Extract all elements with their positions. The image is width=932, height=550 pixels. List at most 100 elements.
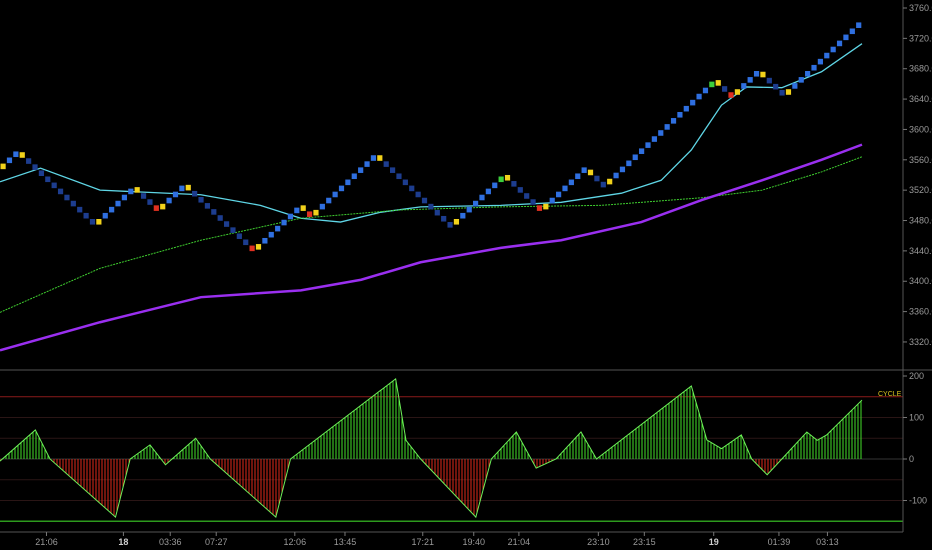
- renko-brick: [677, 111, 683, 118]
- renko-brick: [773, 83, 779, 90]
- renko-brick: [96, 219, 102, 225]
- renko-brick: [70, 200, 76, 207]
- renko-brick: [377, 155, 383, 161]
- renko-brick: [172, 191, 179, 198]
- renko-brick: [204, 203, 211, 209]
- renko-brick: [243, 239, 249, 246]
- renko-brick: [211, 209, 217, 215]
- price-tick-label: 3520.0: [909, 185, 932, 195]
- renko-brick: [262, 237, 268, 244]
- renko-brick: [179, 185, 185, 192]
- renko-brick: [89, 219, 96, 225]
- renko-brick: [51, 182, 57, 189]
- price-tick-label: 3360.0: [909, 307, 932, 317]
- renko-brick: [185, 184, 191, 191]
- renko-brick: [639, 148, 645, 154]
- cycle-oscillator-panel: [0, 378, 903, 522]
- time-tick-label: 18: [118, 537, 128, 547]
- renko-brick: [811, 64, 817, 71]
- renko-brick: [530, 199, 536, 205]
- renko-brick: [626, 160, 632, 167]
- renko-brick: [332, 191, 338, 198]
- renko-brick: [134, 187, 140, 193]
- renko-brick: [160, 203, 166, 210]
- renko-brick: [760, 71, 766, 78]
- renko-brick: [836, 40, 843, 47]
- renko-brick: [766, 77, 772, 84]
- renko-brick: [856, 22, 862, 28]
- renko-brick: [26, 158, 32, 164]
- time-tick-label: 21:06: [35, 537, 58, 547]
- time-tick-label: 21:04: [508, 537, 531, 547]
- time-tick-label: 19:40: [462, 537, 485, 547]
- renko-brick: [722, 86, 728, 92]
- renko-brick: [383, 161, 389, 167]
- renko-brick: [370, 155, 377, 161]
- price-tick-label: 3640.0: [909, 94, 932, 104]
- renko-brick: [275, 225, 281, 232]
- price-tick-label: 3480.0: [909, 216, 932, 226]
- renko-brick: [6, 157, 13, 164]
- renko-brick: [294, 207, 300, 214]
- moving-averages: [0, 43, 863, 352]
- fast-ma-line: [0, 43, 863, 223]
- price-tick-label: 3680.0: [909, 64, 932, 74]
- renko-brick: [607, 178, 613, 185]
- renko-brick: [632, 154, 638, 161]
- renko-brick: [32, 164, 38, 170]
- renko-brick: [594, 175, 600, 182]
- renko-brick: [696, 93, 702, 100]
- renko-brick: [57, 188, 64, 195]
- renko-brick: [805, 70, 811, 77]
- renko-brick: [645, 142, 651, 148]
- renko-brick: [402, 179, 408, 186]
- renko-brick: [128, 188, 134, 195]
- renko-brick: [485, 188, 491, 195]
- renko-brick: [741, 83, 747, 89]
- renko-brick: [715, 80, 721, 86]
- cycle-label: CYCLE: [878, 391, 902, 398]
- renko-brick: [223, 221, 230, 227]
- renko-brick: [153, 205, 159, 211]
- oscillator-tick-label: 200: [909, 371, 924, 381]
- renko-brick: [504, 174, 511, 181]
- renko-brick: [268, 231, 274, 238]
- time-tick-label: 12:06: [284, 537, 307, 547]
- slow-ma-line: [0, 143, 863, 352]
- renko-brick: [121, 194, 128, 201]
- time-tick-label: 17:21: [411, 537, 434, 547]
- renko-brick: [492, 182, 498, 189]
- renko-brick: [581, 167, 587, 173]
- renko-brick: [249, 245, 255, 252]
- oscillator-tick-label: 0: [909, 454, 914, 464]
- renko-brick: [230, 227, 236, 233]
- renko-brick: [64, 194, 70, 201]
- renko-brick: [83, 212, 89, 219]
- renko-brick: [473, 200, 479, 207]
- renko-brick: [415, 191, 421, 198]
- renko-brick: [785, 89, 792, 95]
- renko-brick: [255, 244, 262, 250]
- renko-brick: [779, 89, 785, 96]
- renko-brick: [396, 173, 402, 180]
- renko-brick: [690, 99, 696, 106]
- renko-brick: [115, 200, 121, 207]
- renko-brick: [287, 213, 294, 220]
- renko-brick: [319, 203, 325, 210]
- renko-brick: [389, 167, 396, 173]
- renko-brick: [441, 215, 447, 222]
- renko-brick: [38, 170, 44, 176]
- renko-brick: [511, 181, 517, 187]
- time-tick-label: 23:15: [633, 537, 656, 547]
- renko-brick: [664, 124, 670, 130]
- renko-brick: [600, 181, 606, 188]
- renko-brick: [536, 205, 543, 211]
- renko-brick: [798, 77, 804, 83]
- renko-brick: [409, 185, 415, 192]
- renko-brick: [683, 105, 689, 112]
- renko-brick: [147, 199, 153, 205]
- price-tick-label: 3320.0: [909, 337, 932, 347]
- renko-brick: [140, 193, 147, 199]
- time-tick-label: 03:13: [816, 537, 839, 547]
- renko-brick: [338, 185, 345, 192]
